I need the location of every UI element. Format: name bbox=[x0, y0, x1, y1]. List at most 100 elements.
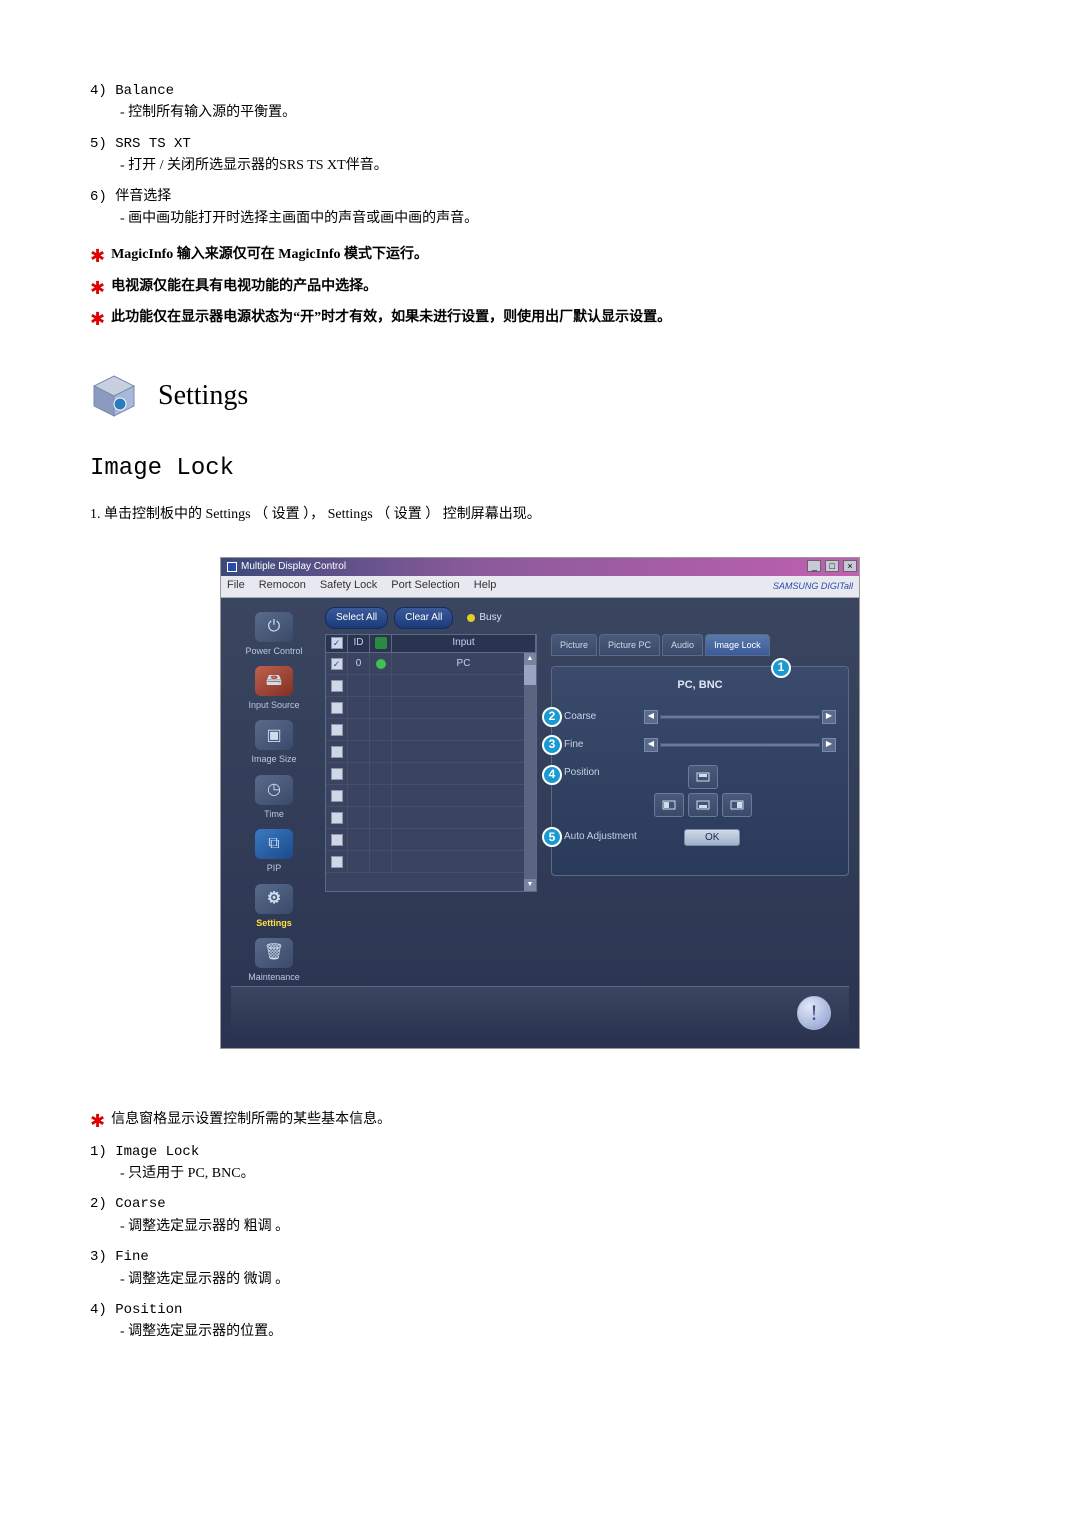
row-input: PC bbox=[392, 653, 536, 675]
pos-left-button[interactable] bbox=[654, 793, 684, 817]
sidebar-item-power[interactable]: ⏻Power Control bbox=[234, 610, 314, 660]
item-title: Image Lock bbox=[115, 1144, 199, 1160]
row-checkbox[interactable] bbox=[331, 834, 343, 846]
row-checkbox[interactable] bbox=[331, 680, 343, 692]
item-title: Fine bbox=[115, 1249, 149, 1265]
display-grid: ✓ ID Input ✓ 0 PC bbox=[325, 634, 537, 892]
auto-label: Auto Adjustment bbox=[564, 829, 664, 845]
item-desc: - 调整选定显示器的位置。 bbox=[120, 1321, 990, 1343]
sidebar-label: Input Source bbox=[234, 698, 314, 712]
minimize-button[interactable]: _ bbox=[807, 560, 821, 572]
recycle-icon bbox=[375, 637, 387, 649]
sidebar-item-pip[interactable]: ⧉PIP bbox=[234, 827, 314, 877]
sidebar-label: Image Size bbox=[234, 752, 314, 766]
tabs: Picture Picture PC Audio Image Lock bbox=[551, 634, 849, 656]
close-button[interactable]: × bbox=[843, 560, 857, 572]
item-num: 6) bbox=[90, 189, 107, 205]
sidebar-label: PIP bbox=[234, 861, 314, 875]
top-list: 4) Balance - 控制所有输入源的平衡置。 5) SRS TS XT -… bbox=[90, 80, 990, 230]
bottom-item-1: 1) Image Lock - 只适用于 PC, BNC。 bbox=[90, 1141, 990, 1186]
bottom-item-3: 3) Fine - 调整选定显示器的 微调 。 bbox=[90, 1246, 990, 1291]
note-text: 此功能仅在显示器电源状态为“开”时才有效，如果未进行设置，则使用出厂默认显示设置… bbox=[111, 307, 671, 329]
sidebar-item-time[interactable]: ◷Time bbox=[234, 773, 314, 823]
row-checkbox[interactable] bbox=[331, 812, 343, 824]
slider-right-icon[interactable]: ▶ bbox=[822, 710, 836, 724]
item-num: 1) bbox=[90, 1144, 107, 1160]
menu-safetylock[interactable]: Safety Lock bbox=[320, 577, 377, 595]
pos-up-button[interactable] bbox=[688, 765, 718, 789]
row-checkbox[interactable] bbox=[331, 790, 343, 802]
item-title: SRS TS XT bbox=[115, 136, 191, 152]
row-checkbox[interactable] bbox=[331, 702, 343, 714]
star-icon: ✱ bbox=[90, 244, 105, 269]
coarse-slider[interactable]: ◀ ▶ bbox=[644, 710, 836, 724]
item-title: 伴音选择 bbox=[115, 189, 171, 205]
tab-picture[interactable]: Picture bbox=[551, 634, 597, 656]
slider-track[interactable] bbox=[660, 743, 820, 747]
row-checkbox[interactable] bbox=[331, 746, 343, 758]
scroll-down-icon[interactable]: ▼ bbox=[524, 879, 536, 891]
settings-cube-icon bbox=[90, 372, 138, 420]
menubar: File Remocon Safety Lock Port Selection … bbox=[221, 576, 859, 598]
bottom-list: 1) Image Lock - 只适用于 PC, BNC。 2) Coarse … bbox=[90, 1141, 990, 1344]
menu-portselection[interactable]: Port Selection bbox=[391, 577, 459, 595]
tab-audio[interactable]: Audio bbox=[662, 634, 703, 656]
sidebar-item-input[interactable]: 🖴Input Source bbox=[234, 664, 314, 714]
row-checkbox[interactable] bbox=[331, 724, 343, 736]
panel-title: PC, BNC bbox=[564, 677, 836, 695]
badge-3: 3 bbox=[542, 735, 562, 755]
info-icon[interactable]: ! bbox=[797, 996, 831, 1030]
col-check[interactable]: ✓ bbox=[326, 634, 348, 652]
badge-1: 1 bbox=[771, 658, 791, 678]
top-item-4: 4) Balance - 控制所有输入源的平衡置。 bbox=[90, 80, 990, 125]
tab-picture-pc[interactable]: Picture PC bbox=[599, 634, 660, 656]
col-input[interactable]: Input bbox=[392, 634, 536, 652]
ok-button[interactable]: OK bbox=[684, 829, 740, 846]
titlebar[interactable]: Multiple Display Control _ □ × bbox=[221, 558, 859, 576]
row-checkbox[interactable] bbox=[331, 856, 343, 868]
position-label: Position bbox=[564, 765, 644, 781]
slider-track[interactable] bbox=[660, 715, 820, 719]
grid-row-empty bbox=[326, 785, 536, 807]
scroll-up-icon[interactable]: ▲ bbox=[524, 653, 536, 665]
item-num: 5) bbox=[90, 136, 107, 152]
slider-right-icon[interactable]: ▶ bbox=[822, 738, 836, 752]
pos-right-button[interactable] bbox=[722, 793, 752, 817]
grid-header: ✓ ID Input bbox=[326, 635, 536, 653]
row-id: 0 bbox=[348, 653, 370, 675]
sidebar-item-maintenance[interactable]: 🗑Maintenance bbox=[234, 936, 314, 986]
menu-remocon[interactable]: Remocon bbox=[259, 577, 306, 595]
select-all-button[interactable]: Select All bbox=[325, 607, 388, 629]
slider-left-icon[interactable]: ◀ bbox=[644, 710, 658, 724]
row-checkbox[interactable]: ✓ bbox=[331, 658, 343, 670]
item-num: 2) bbox=[90, 1196, 107, 1212]
clear-all-button[interactable]: Clear All bbox=[394, 607, 453, 629]
col-id[interactable]: ID bbox=[348, 634, 370, 652]
busy-dot-icon bbox=[467, 614, 475, 622]
fine-slider[interactable]: ◀ ▶ bbox=[644, 738, 836, 752]
scroll-thumb[interactable] bbox=[524, 665, 536, 685]
maximize-button[interactable]: □ bbox=[825, 560, 839, 572]
col-recycle[interactable] bbox=[370, 634, 392, 652]
sidebar-item-imagesize[interactable]: ▣Image Size bbox=[234, 718, 314, 768]
pos-down-button[interactable] bbox=[688, 793, 718, 817]
position-row: 4 Position bbox=[564, 765, 836, 817]
fine-row: 3 Fine ◀ ▶ bbox=[564, 737, 836, 753]
note-text: 信息窗格显示设置控制所需的某些基本信息。 bbox=[111, 1109, 391, 1131]
settings-heading: Settings bbox=[158, 374, 248, 419]
grid-scrollbar[interactable]: ▲ ▼ bbox=[524, 653, 536, 891]
grid-row-empty bbox=[326, 697, 536, 719]
grid-row-empty bbox=[326, 807, 536, 829]
menu-file[interactable]: File bbox=[227, 577, 245, 595]
slider-left-icon[interactable]: ◀ bbox=[644, 738, 658, 752]
row-checkbox[interactable] bbox=[331, 768, 343, 780]
star-icon: ✱ bbox=[90, 307, 105, 332]
badge-2: 2 bbox=[542, 707, 562, 727]
tab-image-lock[interactable]: Image Lock bbox=[705, 634, 770, 656]
grid-row-0[interactable]: ✓ 0 PC bbox=[326, 653, 536, 675]
menu-help[interactable]: Help bbox=[474, 577, 497, 595]
note-magicinfo: ✱MagicInfo 输入来源仅可在 MagicInfo 模式下运行。 bbox=[90, 244, 990, 269]
item-num: 4) bbox=[90, 1302, 107, 1318]
note-power: ✱ 此功能仅在显示器电源状态为“开”时才有效，如果未进行设置，则使用出厂默认显示设… bbox=[90, 307, 990, 332]
sidebar-item-settings[interactable]: ⚙Settings bbox=[234, 882, 314, 932]
